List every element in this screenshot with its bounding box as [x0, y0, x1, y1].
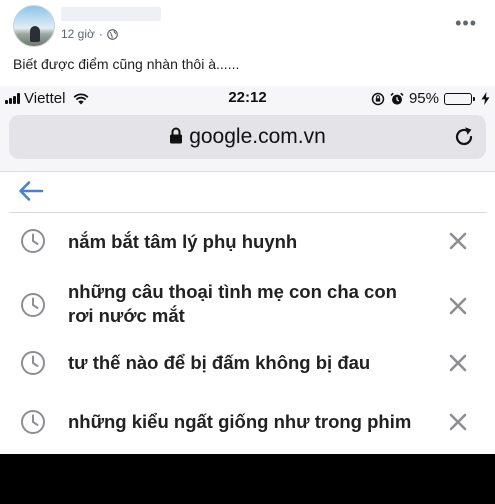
post-text: Biết được điểm cũng nhàn thôi à......: [13, 56, 240, 72]
meta-separator: ·: [98, 27, 103, 41]
padlock-icon: [170, 127, 183, 144]
suggestion-item[interactable]: những kiểu ngất giống như trong phim: [0, 399, 495, 457]
close-icon[interactable]: [448, 353, 468, 373]
suggestion-text: nắm bắt tâm lý phụ huynh: [68, 231, 298, 252]
charging-bolt-icon: [481, 92, 490, 105]
url-display[interactable]: google.com.vn: [9, 125, 486, 149]
battery-icon: [444, 92, 476, 106]
post-header: 12 giờ · •••: [0, 0, 495, 50]
battery-percent: 95%: [408, 90, 439, 107]
rotation-lock-icon: [371, 92, 385, 105]
history-clock-icon: [21, 351, 45, 375]
url-text: google.com.vn: [189, 125, 326, 148]
phone-screenshot: Viettel 22:12 95% google.com.vn nắm bắt …: [0, 86, 495, 454]
suggestion-text-line1: những câu thoại tình mẹ con cha con: [68, 281, 397, 302]
alarm-icon: [390, 92, 404, 105]
black-footer-bar: [0, 454, 495, 504]
more-options-button[interactable]: •••: [455, 14, 477, 32]
back-arrow-icon[interactable]: [18, 180, 44, 202]
browser-toolbar: google.com.vn: [0, 110, 495, 172]
history-clock-icon: [21, 293, 45, 317]
close-icon[interactable]: [448, 412, 468, 432]
suggestion-item[interactable]: tư thế nào để bị đấm không bị đau: [0, 341, 495, 399]
close-icon[interactable]: [448, 296, 468, 316]
status-bar: Viettel 22:12 95%: [0, 86, 495, 110]
post-timestamp[interactable]: 12 giờ: [61, 27, 95, 41]
suggestion-text: tư thế nào để bị đấm không bị đau: [68, 352, 371, 373]
suggestion-text-line2: rơi nước mắt: [68, 305, 185, 326]
suggestion-text: những kiểu ngất giống như trong phim: [68, 411, 412, 432]
post-meta: 12 giờ ·: [61, 27, 118, 41]
suggestion-item[interactable]: những câu thoại tình mẹ con cha con rơi …: [0, 271, 495, 341]
search-header: [0, 172, 495, 210]
author-name-redacted[interactable]: [61, 7, 161, 21]
address-bar[interactable]: google.com.vn: [9, 115, 486, 159]
history-clock-icon: [21, 410, 45, 434]
reload-icon[interactable]: [452, 125, 476, 149]
globe-icon: [107, 28, 118, 40]
avatar[interactable]: [13, 5, 55, 47]
suggestion-item[interactable]: nắm bắt tâm lý phụ huynh: [0, 213, 495, 271]
status-indicators: 95%: [371, 90, 490, 107]
close-icon[interactable]: [448, 231, 468, 251]
history-clock-icon: [21, 229, 45, 253]
